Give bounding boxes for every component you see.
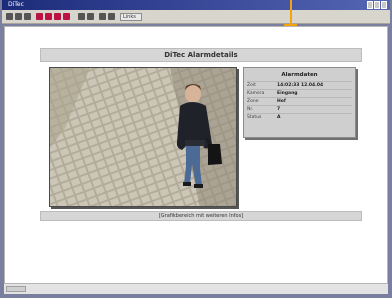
- info-key: Zone: [247, 99, 259, 104]
- refresh-icon[interactable]: [36, 13, 43, 20]
- edit-icon[interactable]: [108, 13, 115, 20]
- status-indicator: [6, 286, 26, 292]
- info-row: Status A: [247, 113, 352, 121]
- title-bar: DiTec: [2, 0, 390, 10]
- info-value: A: [277, 115, 281, 120]
- favorites-icon[interactable]: [63, 13, 70, 20]
- page-title: DiTec Alarmdetails: [40, 48, 362, 62]
- info-key: Nr.: [247, 107, 254, 112]
- focus-pointer: [290, 0, 292, 24]
- info-row: Nr. 7: [247, 105, 352, 113]
- camera-snapshot[interactable]: [49, 67, 237, 207]
- close-button[interactable]: [381, 1, 387, 9]
- info-key: Zeit: [247, 83, 256, 88]
- info-key: Kamera: [247, 91, 265, 96]
- info-key: Status: [247, 115, 262, 120]
- forward-icon[interactable]: [15, 13, 22, 20]
- info-value: Eingang: [277, 91, 298, 96]
- info-card-title: Alarmdaten: [281, 72, 318, 78]
- info-value: 14:02:33 12.04.04: [277, 83, 324, 88]
- links-button[interactable]: Links: [120, 13, 142, 21]
- home-icon[interactable]: [45, 13, 52, 20]
- toolbar: Links: [2, 10, 390, 24]
- info-row: Kamera Eingang: [247, 89, 352, 97]
- info-value: Hof: [277, 99, 286, 104]
- minimize-button[interactable]: [367, 1, 373, 9]
- window-title: DiTec: [8, 1, 24, 8]
- mail-icon[interactable]: [87, 13, 94, 20]
- info-value: 7: [277, 107, 281, 112]
- browser-window: DiTec Links DiTec Alarmdetails Alarmdate…: [0, 0, 392, 298]
- back-icon[interactable]: [6, 13, 13, 20]
- caption-bar: [Grafikbereich mit weiteren Infos]: [40, 211, 362, 221]
- print-icon[interactable]: [99, 13, 106, 20]
- maximize-button[interactable]: [374, 1, 380, 9]
- window-controls: [367, 1, 387, 9]
- status-bar: [4, 283, 388, 294]
- info-row: Zeit 14:02:33 12.04.04: [247, 81, 352, 89]
- search-icon[interactable]: [54, 13, 61, 20]
- info-row: Zone Hof: [247, 97, 352, 105]
- alarm-info-card: Alarmdaten Zeit 14:02:33 12.04.04 Kamera…: [243, 67, 356, 138]
- stop-icon[interactable]: [24, 13, 31, 20]
- history-icon[interactable]: [78, 13, 85, 20]
